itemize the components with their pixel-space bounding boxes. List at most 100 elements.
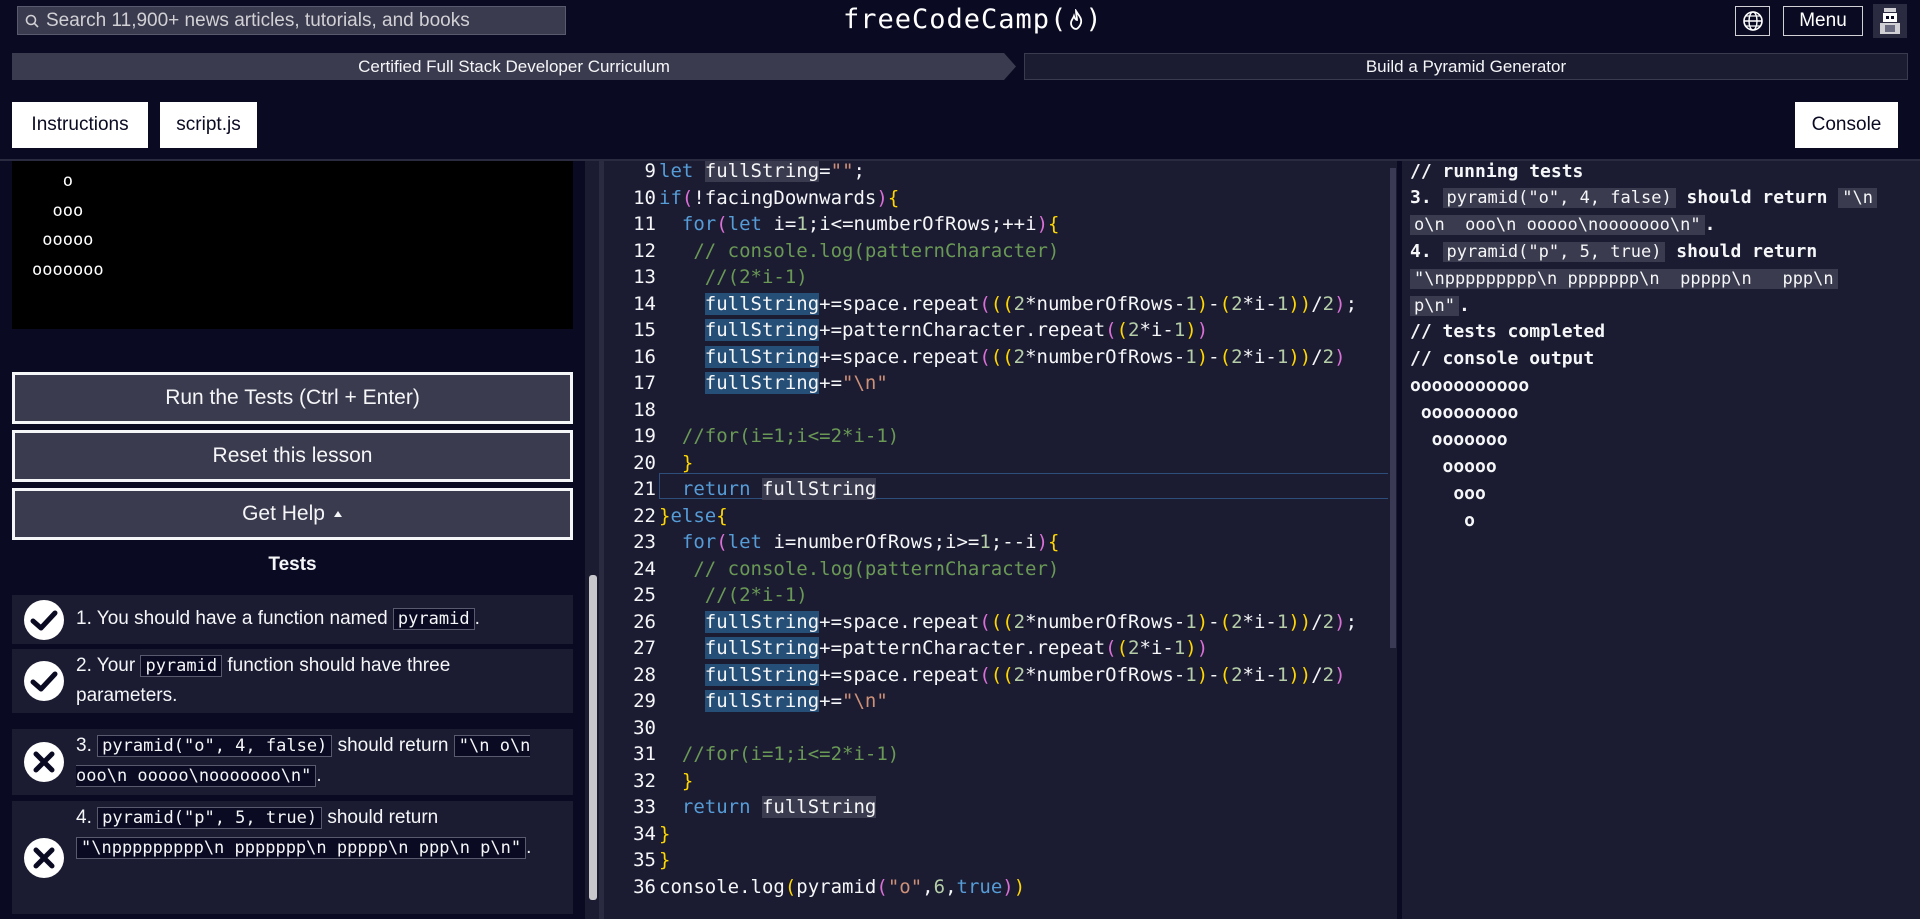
line-number: 35 <box>633 849 656 871</box>
test-description: 3. pyramid("o", 4, false) should return … <box>76 729 573 795</box>
reset-lesson-button[interactable]: Reset this lesson <box>12 430 573 482</box>
line-number: 29 <box>633 690 656 712</box>
language-button[interactable] <box>1735 6 1770 36</box>
test-text-end: . <box>526 837 532 858</box>
code-line[interactable]: fullString+=space.repeat(((2*numberOfRow… <box>659 345 1346 368</box>
check-icon <box>12 595 76 644</box>
left-scrollbar-thumb[interactable] <box>589 575 597 900</box>
console-output-line: ooooooo <box>1410 429 1508 450</box>
test-item: 4. pyramid("p", 5, true) should return "… <box>12 801 573 914</box>
code-line[interactable]: //for(i=1;i<=2*i-1) <box>659 425 899 447</box>
test-text-mid: should return <box>322 807 439 828</box>
logo-text-end: ) <box>1085 4 1103 35</box>
code-line[interactable]: console.log(pyramid("o",6,true)) <box>659 876 1025 898</box>
console-output-line: o <box>1410 510 1476 531</box>
console-test-4-cont: "\nppppppppp\n ppppppp\n ppppp\n ppp\n <box>1410 268 1838 289</box>
test-expected: "\nppppppppp\n ppppppp\n ppppp\n ppp\n p… <box>76 837 527 859</box>
line-number: 10 <box>633 186 656 209</box>
code-line[interactable]: fullString+="\n" <box>659 690 888 712</box>
preview-output: o ooo ooooo ooooooo <box>12 161 573 329</box>
test-text: 3. <box>76 735 98 756</box>
test-code: pyramid("p", 5, true) <box>97 807 323 829</box>
code-line[interactable]: } <box>659 823 670 845</box>
tab-script[interactable]: script.js <box>160 102 257 148</box>
logo-text: freeCodeCamp( <box>843 4 1068 35</box>
console-code: "\n <box>1838 188 1877 208</box>
code-line[interactable]: if(!facingDownwards){ <box>659 187 899 209</box>
console-completed: // tests completed <box>1410 321 1606 342</box>
user-avatar[interactable] <box>1873 4 1907 38</box>
code-line[interactable]: fullString+=patternCharacter.repeat((2*i… <box>659 637 1208 659</box>
reset-label: Reset this lesson <box>212 444 373 467</box>
line-number: 11 <box>633 213 656 235</box>
line-number: 20 <box>633 451 656 474</box>
code-line[interactable]: //for(i=1;i<=2*i-1) <box>659 743 899 765</box>
code-line[interactable]: //(2*i-1) <box>659 266 808 288</box>
console-test-num: 4. <box>1410 241 1443 262</box>
code-line[interactable]: // console.log(patternCharacter) <box>659 558 1059 580</box>
code-line[interactable]: fullString+="\n" <box>659 372 888 394</box>
code-line[interactable]: fullString+=space.repeat(((2*numberOfRow… <box>659 610 1357 633</box>
console-code: pyramid("p", 5, true) <box>1442 242 1666 262</box>
breadcrumb-curriculum[interactable]: Certified Full Stack Developer Curriculu… <box>12 53 1016 80</box>
code-line[interactable]: } <box>659 849 670 871</box>
breadcrumb-lesson[interactable]: Build a Pyramid Generator <box>1024 53 1908 80</box>
instructions-panel: o ooo ooooo ooooooo Run the Tests (Ctrl … <box>0 161 585 919</box>
code-line[interactable]: } <box>659 452 693 474</box>
console-code: p\n" <box>1410 296 1459 316</box>
test-description: 1. You should have a function named pyra… <box>76 595 510 644</box>
console-text: should return <box>1665 241 1818 262</box>
line-number: 32 <box>633 769 656 792</box>
code-line[interactable]: fullString+=space.repeat(((2*numberOfRow… <box>659 663 1346 686</box>
code-line[interactable]: } <box>659 770 693 792</box>
search-bar[interactable] <box>17 6 566 35</box>
fcc-logo[interactable]: freeCodeCamp( ) <box>843 4 1103 35</box>
console-test-3-cont: o\n ooo\n ooooo\nooooooo\n". <box>1410 214 1715 235</box>
code-line[interactable]: return fullString <box>659 478 877 500</box>
code-line[interactable]: let fullString=""; <box>659 161 865 182</box>
code-line[interactable]: for(let i=numberOfRows;i>=1;--i){ <box>659 531 1060 553</box>
tests-heading: Tests <box>268 554 317 575</box>
line-number: 17 <box>633 372 656 394</box>
test-text-end: . <box>474 608 480 629</box>
console-code: "\nppppppppp\n ppppppp\n ppppp\n ppp\n <box>1410 269 1838 289</box>
console-test-num: 3. <box>1410 187 1443 208</box>
code-line[interactable]: }else{ <box>659 505 728 527</box>
line-number: 28 <box>633 663 656 686</box>
line-gutter: 9 10 11 12 13 14 15 16 17 18 19 20 21 22 23 24 25 26 27 28 2… <box>604 161 660 919</box>
test-description: 2. Your pyramid function should have thr… <box>76 649 573 713</box>
test-text: 1. You should have a function named <box>76 608 393 629</box>
test-description: 4. pyramid("p", 5, true) should return "… <box>76 801 573 914</box>
line-number: 25 <box>633 584 656 606</box>
line-number: 23 <box>633 531 656 553</box>
code-line[interactable]: return fullString <box>659 796 877 818</box>
console-output-label: // console output <box>1410 348 1595 369</box>
line-number: 34 <box>633 822 656 845</box>
test-text-end: . <box>316 765 322 786</box>
line-number: 16 <box>633 345 656 368</box>
search-input[interactable] <box>46 9 556 32</box>
code-line[interactable]: fullString+=space.repeat(((2*numberOfRow… <box>659 292 1357 315</box>
run-tests-button[interactable]: Run the Tests (Ctrl + Enter) <box>12 372 573 424</box>
tab-instructions[interactable]: Instructions <box>12 102 148 148</box>
console-period: . <box>1458 295 1470 316</box>
menu-button[interactable]: Menu <box>1783 6 1863 36</box>
get-help-label: Get Help <box>242 502 325 525</box>
code-line[interactable]: //(2*i-1) <box>659 584 808 606</box>
code-line[interactable]: // console.log(patternCharacter) <box>659 240 1059 262</box>
editor-scrollbar-thumb[interactable] <box>1390 168 1396 648</box>
line-number: 15 <box>633 319 656 341</box>
tab-console[interactable]: Console <box>1795 102 1898 148</box>
get-help-button[interactable]: Get Help <box>12 488 573 540</box>
code-editor[interactable]: 9 10 11 12 13 14 15 16 17 18 19 20 21 22 23 24 25 26 27 28 2… <box>604 161 1397 919</box>
line-number: 9 <box>644 161 656 182</box>
line-number: 27 <box>633 637 656 659</box>
line-number: 21 <box>633 478 656 500</box>
console-running: // running tests <box>1410 161 1584 182</box>
check-icon <box>12 649 76 713</box>
test-code: pyramid("o", 4, false) <box>97 735 333 757</box>
code-line[interactable]: for(let i=1;i<=numberOfRows;++i){ <box>659 213 1060 235</box>
test-item: 3. pyramid("o", 4, false) should return … <box>12 729 573 795</box>
console-output-line: ooooooooooo <box>1410 375 1530 396</box>
code-line[interactable]: fullString+=patternCharacter.repeat((2*i… <box>659 319 1208 341</box>
